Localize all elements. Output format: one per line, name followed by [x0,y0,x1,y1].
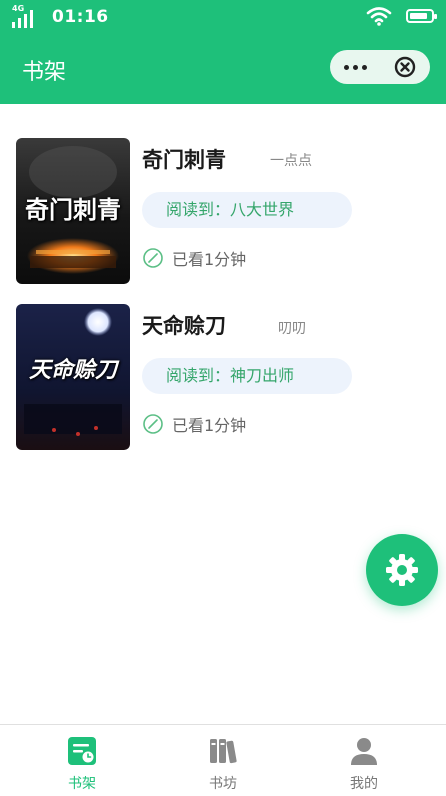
more-icon[interactable] [330,64,380,70]
book-author: 一点点 [270,153,312,169]
cover-title: 天命赊刀 [28,357,117,383]
wifi-icon [366,7,392,26]
tab-bar: 书架 书坊 我的 [0,724,446,796]
book-title[interactable]: 奇门刺青 [142,144,226,174]
status-right [366,6,437,26]
tab-profile[interactable]: 我的 [304,725,424,796]
books-icon [210,739,237,764]
reading-progress[interactable]: 阅读到：八大世界 [142,192,352,228]
clock-icon [143,414,163,434]
book-title[interactable]: 天命赊刀 [142,310,226,340]
battery-icon [406,9,437,23]
status-left: 4G 01:16 [12,4,109,28]
settings-button[interactable] [366,534,438,606]
status-bar: 4G 01:16 [0,0,446,32]
tab-bookstore[interactable]: 书坊 [163,725,283,796]
cover-title: 奇门刺青 [25,195,121,224]
read-time-label: 已看1分钟 [172,250,247,269]
book-item[interactable]: 天命赊刀 天命赊刀 叨叨 阅读到：神刀出师 已看1分钟 [16,304,436,450]
tab-label: 书架 [68,776,96,792]
gear-icon [386,554,418,586]
status-time: 01:16 [52,7,109,27]
book-cover[interactable]: 天命赊刀 [16,304,130,450]
nav-bar: 书架 [0,32,446,104]
read-time: 已看1分钟 [142,412,246,436]
read-time: 已看1分钟 [142,246,246,270]
signal-icon: 4G [12,4,40,28]
page-title: 书架 [22,60,67,85]
book-author: 叨叨 [278,321,306,337]
network-type: 4G [12,4,25,13]
tab-bookshelf[interactable]: 书架 [22,725,142,796]
tab-label: 书坊 [209,776,237,792]
reading-progress[interactable]: 阅读到：神刀出师 [142,358,352,394]
battery-fill [410,13,427,19]
read-time-label: 已看1分钟 [172,416,247,435]
book-item[interactable]: 奇门刺青 奇门刺青 一点点 阅读到：八大世界 已看1分钟 [16,138,436,284]
book-cover[interactable]: 奇门刺青 [16,138,130,284]
user-icon [351,738,377,765]
tab-label: 我的 [350,776,378,792]
clock-icon [143,248,163,268]
mini-program-capsule [330,50,430,84]
close-icon[interactable] [380,56,430,78]
bookshelf-icon [68,737,96,765]
